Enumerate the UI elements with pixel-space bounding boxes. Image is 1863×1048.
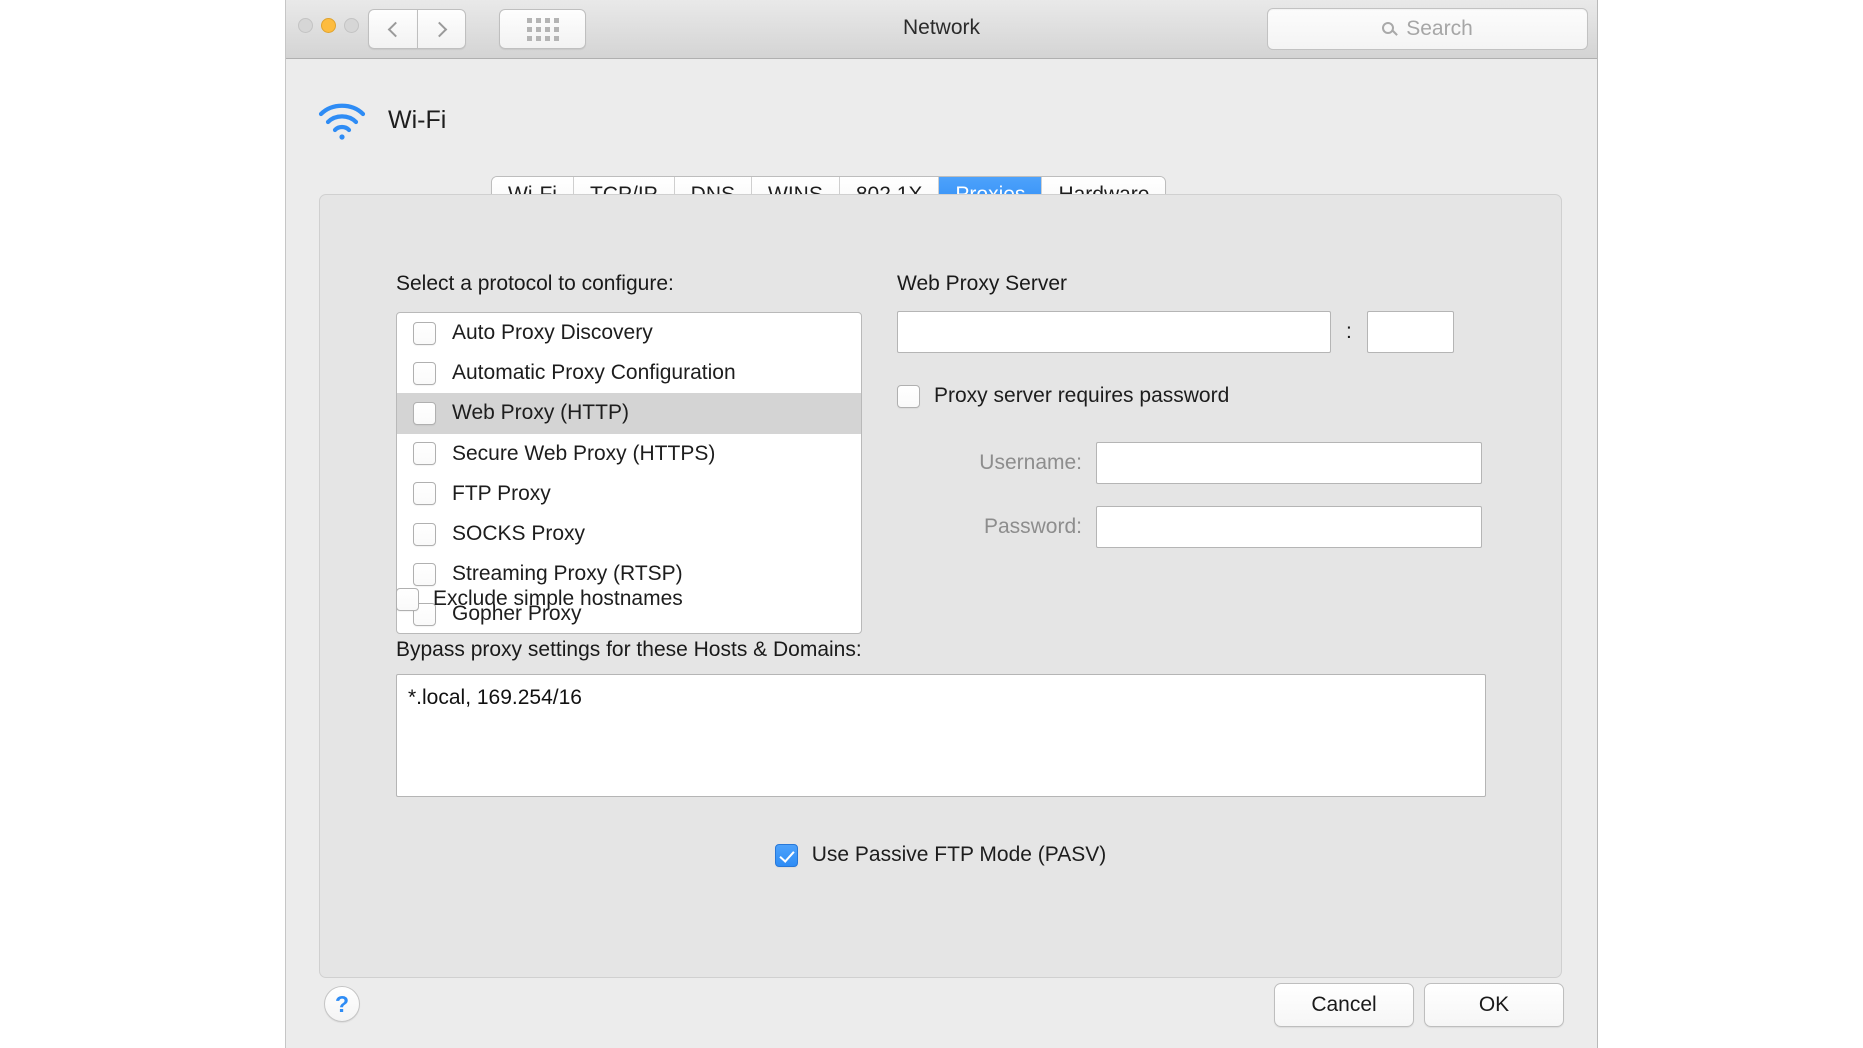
network-preferences-window: Network Search Wi-Fi Wi-Fi TCP/IP DNS WI… bbox=[285, 0, 1598, 1048]
protocol-label: Auto Proxy Discovery bbox=[452, 321, 653, 345]
requires-password-row[interactable]: Proxy server requires password bbox=[897, 384, 1229, 408]
exclude-simple-hostnames-row[interactable]: Exclude simple hostnames bbox=[396, 587, 683, 611]
password-row: Password: bbox=[897, 506, 1482, 548]
cancel-button[interactable]: Cancel bbox=[1274, 983, 1414, 1027]
protocol-label: FTP Proxy bbox=[452, 481, 551, 505]
ok-button[interactable]: OK bbox=[1424, 983, 1564, 1027]
checkbox-exclude-simple-hostnames[interactable] bbox=[396, 587, 419, 611]
protocol-label: Automatic Proxy Configuration bbox=[452, 361, 736, 385]
proxies-panel: Select a protocol to configure: Auto Pro… bbox=[319, 194, 1562, 978]
protocol-list[interactable]: Auto Proxy Discovery Automatic Proxy Con… bbox=[396, 312, 862, 634]
service-header: Wi-Fi bbox=[318, 100, 446, 140]
search-icon bbox=[1382, 21, 1399, 37]
search-placeholder: Search bbox=[1406, 17, 1473, 40]
protocol-row-ftp-proxy[interactable]: FTP Proxy bbox=[397, 474, 861, 514]
help-button[interactable]: ? bbox=[324, 986, 360, 1022]
password-label: Password: bbox=[983, 515, 1082, 538]
checkbox-socks-proxy[interactable] bbox=[413, 522, 436, 546]
checkbox-automatic-proxy-configuration[interactable] bbox=[413, 361, 436, 385]
exclude-simple-hostnames-label: Exclude simple hostnames bbox=[433, 587, 683, 610]
checkbox-secure-web-proxy-https[interactable] bbox=[413, 442, 436, 466]
checkbox-web-proxy-http[interactable] bbox=[413, 401, 436, 425]
bypass-proxy-label: Bypass proxy settings for these Hosts & … bbox=[396, 638, 862, 661]
checkbox-proxy-requires-password[interactable] bbox=[897, 384, 920, 408]
passive-ftp-label: Use Passive FTP Mode (PASV) bbox=[811, 843, 1107, 866]
protocol-row-web-proxy-http[interactable]: Web Proxy (HTTP) bbox=[397, 393, 861, 434]
checkbox-use-passive-ftp-mode[interactable] bbox=[774, 843, 798, 867]
username-label: Username: bbox=[979, 451, 1082, 474]
proxy-username-input[interactable] bbox=[1096, 442, 1482, 484]
proxy-server-row: : bbox=[897, 311, 1454, 353]
protocol-row-secure-web-proxy-https[interactable]: Secure Web Proxy (HTTPS) bbox=[397, 434, 861, 474]
protocol-label: Web Proxy (HTTP) bbox=[452, 401, 629, 425]
protocol-label: Streaming Proxy (RTSP) bbox=[452, 562, 683, 586]
port-separator: : bbox=[1346, 320, 1352, 343]
protocol-label: Secure Web Proxy (HTTPS) bbox=[452, 441, 716, 465]
proxy-password-input[interactable] bbox=[1096, 506, 1482, 548]
requires-password-label: Proxy server requires password bbox=[934, 384, 1230, 407]
protocol-label: SOCKS Proxy bbox=[452, 522, 586, 546]
bypass-hosts-textarea[interactable] bbox=[396, 674, 1486, 797]
proxy-host-input[interactable] bbox=[897, 311, 1331, 353]
protocol-row-automatic-proxy-configuration[interactable]: Automatic Proxy Configuration bbox=[397, 353, 861, 393]
select-protocol-label: Select a protocol to configure: bbox=[396, 272, 674, 295]
wifi-icon bbox=[318, 103, 366, 140]
passive-ftp-row[interactable]: Use Passive FTP Mode (PASV) bbox=[320, 843, 1561, 867]
checkbox-ftp-proxy[interactable] bbox=[413, 482, 436, 506]
search-field[interactable]: Search bbox=[1267, 8, 1588, 50]
proxy-port-input[interactable] bbox=[1366, 311, 1454, 353]
checkbox-streaming-proxy-rtsp[interactable] bbox=[413, 562, 436, 586]
protocol-row-auto-proxy-discovery[interactable]: Auto Proxy Discovery bbox=[397, 313, 861, 353]
username-row: Username: bbox=[897, 442, 1482, 484]
service-name-label: Wi-Fi bbox=[388, 105, 447, 134]
web-proxy-server-title: Web Proxy Server bbox=[897, 272, 1067, 295]
window-titlebar: Network Search bbox=[286, 0, 1597, 59]
checkbox-auto-proxy-discovery[interactable] bbox=[413, 321, 436, 345]
protocol-row-socks-proxy[interactable]: SOCKS Proxy bbox=[397, 514, 861, 554]
